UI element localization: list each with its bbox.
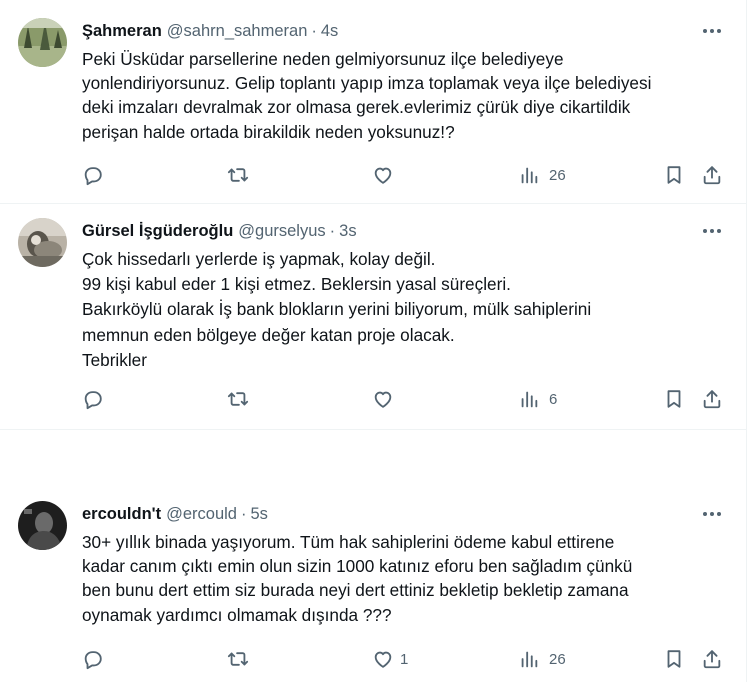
- reply-icon: [84, 391, 102, 410]
- retweet-button[interactable]: [227, 160, 258, 190]
- timestamp[interactable]: 4s: [321, 22, 338, 41]
- views-count: 26: [549, 650, 566, 668]
- share-button[interactable]: [701, 644, 723, 674]
- action-bar: 6: [0, 384, 747, 414]
- heart-icon: [374, 167, 392, 184]
- tweet-text-line: Bakırköylü olarak İş bank blokların yeri…: [82, 299, 592, 320]
- display-name[interactable]: Şahmeran: [82, 22, 162, 41]
- views-bar-chart-icon: [521, 391, 538, 408]
- reply-icon: [84, 651, 102, 670]
- separator-dot: ·: [329, 221, 336, 240]
- heart-icon: [374, 391, 392, 408]
- more-button[interactable]: [697, 503, 727, 525]
- tweet-text-line: kadar canım çıktı emin olun sizin 1000 k…: [82, 556, 633, 577]
- tweet-text: Çok hissedarlı yerlerde iş yapmak, kolay…: [82, 247, 732, 373]
- reply-button[interactable]: [82, 644, 113, 674]
- like-button[interactable]: 1: [372, 644, 408, 674]
- more-button[interactable]: [697, 20, 727, 42]
- share-icon: [703, 650, 721, 669]
- views-button[interactable]: 26: [518, 160, 566, 190]
- retweet-icon: [227, 392, 249, 406]
- reply-button[interactable]: [82, 384, 113, 414]
- heart-icon: [374, 651, 392, 668]
- action-bar: 1 26: [0, 644, 747, 674]
- user-handle[interactable]: @gurselyus: [238, 222, 325, 241]
- like-button[interactable]: [372, 384, 403, 414]
- bookmark-icon: [667, 390, 681, 408]
- tweet-text: Peki Üsküdar parsellerine neden gelmiyor…: [82, 47, 732, 144]
- tweet-text-line: deki imzaları devralmak zor olmasa gerek…: [82, 97, 631, 118]
- tweet[interactable]: Gürsel İşgüderoğlu @gurselyus · 3s Çok h…: [0, 204, 747, 430]
- tweet-text-line: yonlendiriyorsunuz. Gelip toplantı yapıp…: [82, 73, 652, 94]
- bookmark-button[interactable]: [663, 160, 685, 190]
- action-bar: 26: [0, 160, 747, 190]
- display-name[interactable]: Gürsel İşgüderoğlu: [82, 222, 233, 241]
- tweet-text: 30+ yıllık binada yaşıyorum. Tüm hak sah…: [82, 530, 732, 627]
- share-icon: [703, 390, 721, 409]
- tweet-text-line: Peki Üsküdar parsellerine neden gelmiyor…: [82, 49, 564, 69]
- bookmark-icon: [667, 650, 681, 668]
- bookmark-icon: [667, 166, 681, 184]
- tweet-text-line: 30+ yıllık binada yaşıyorum. Tüm hak sah…: [82, 532, 615, 552]
- timestamp[interactable]: 5s: [250, 505, 267, 524]
- timestamp[interactable]: 3s: [339, 222, 356, 241]
- reply-icon: [84, 167, 102, 186]
- more-dots-icon: [703, 229, 721, 233]
- retweet-icon: [227, 168, 249, 182]
- separator-dot: ·: [311, 21, 317, 40]
- tweet-text-line: ben bunu dert ettim siz burada neyi dert…: [82, 580, 629, 601]
- tweet-text-line: Çok hissedarlı yerlerde iş yapmak, kolay…: [82, 249, 436, 269]
- more-dots-icon: [703, 29, 721, 33]
- views-count: 6: [549, 390, 558, 408]
- reply-button[interactable]: [82, 160, 113, 190]
- bookmark-button[interactable]: [663, 644, 685, 674]
- views-button[interactable]: 26: [518, 644, 566, 674]
- tweet-text-line: oynamak yardımcı olmamak dışında ???: [82, 604, 392, 625]
- user-handle[interactable]: @ercould: [166, 505, 237, 524]
- timeline-feed: Şahmeran @sahrn_sahmeran · 4s Peki Üsküd…: [0, 0, 747, 682]
- tweet-header: ercouldn't @ercould · 5s: [82, 503, 268, 525]
- tweet-header: Şahmeran @sahrn_sahmeran · 4s: [82, 20, 338, 42]
- avatar[interactable]: [18, 18, 67, 67]
- tweet-text-line: Tebrikler: [82, 349, 147, 370]
- more-dots-icon: [703, 512, 721, 516]
- like-button[interactable]: [372, 160, 403, 190]
- tweet-header: Gürsel İşgüderoğlu @gurselyus · 3s: [82, 220, 357, 242]
- share-button[interactable]: [701, 160, 723, 190]
- tweet[interactable]: Şahmeran @sahrn_sahmeran · 4s Peki Üsküd…: [0, 0, 747, 204]
- tweet[interactable]: ercouldn't @ercould · 5s 30+ yıllık bina…: [0, 430, 747, 682]
- tweet-text-line: perişan halde ortada birakildik neden yo…: [82, 121, 455, 142]
- retweet-button[interactable]: [227, 384, 258, 414]
- more-button[interactable]: [697, 220, 727, 242]
- retweet-icon: [227, 652, 249, 666]
- views-bar-chart-icon: [521, 651, 538, 668]
- share-button[interactable]: [701, 384, 723, 414]
- user-handle[interactable]: @sahrn_sahmeran: [167, 22, 308, 41]
- retweet-button[interactable]: [227, 644, 258, 674]
- like-count: 1: [400, 650, 409, 668]
- tweet-text-line: memnun eden bölgeye değer katan proje ol…: [82, 324, 455, 345]
- views-bar-chart-icon: [521, 167, 538, 184]
- avatar[interactable]: [18, 218, 67, 267]
- tweet-text-line: 99 kişi kabul eder 1 kişi etmez. Beklers…: [82, 274, 511, 295]
- display-name[interactable]: ercouldn't: [82, 505, 161, 524]
- views-count: 26: [549, 166, 566, 184]
- share-icon: [703, 166, 721, 185]
- separator-dot: ·: [240, 504, 247, 523]
- avatar[interactable]: [18, 501, 67, 550]
- views-button[interactable]: 6: [518, 384, 557, 414]
- bookmark-button[interactable]: [663, 384, 685, 414]
